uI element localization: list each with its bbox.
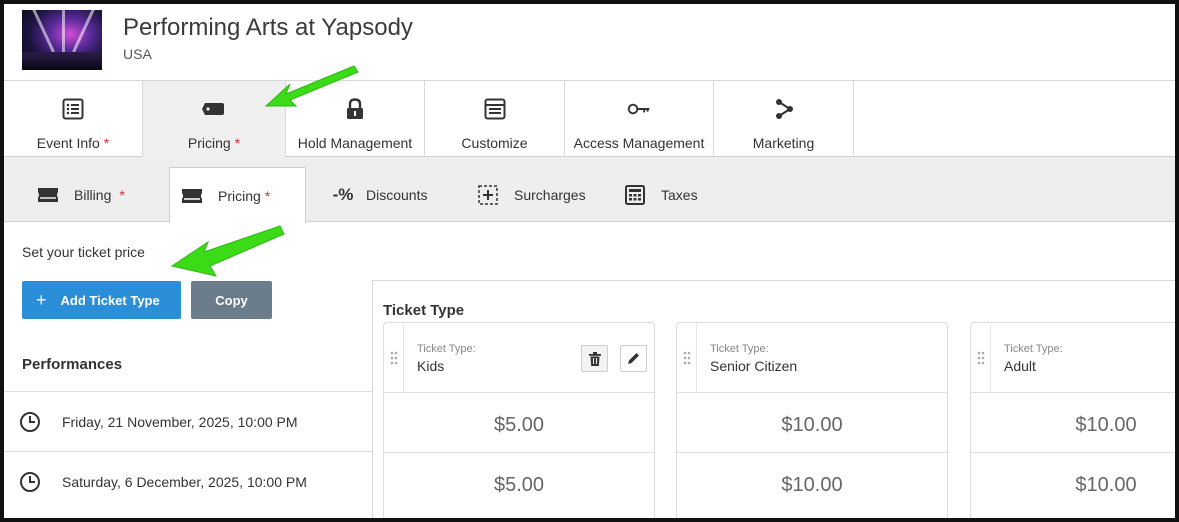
subtab-label: Taxes [661,186,698,203]
percent-icon: -% [332,184,354,204]
ticket-type-heading: Ticket Type [383,302,465,319]
ticket-type-name: Adult [1004,358,1036,374]
ticket-type-card: Ticket Type: Senior Citizen $10.00 $10.0… [676,322,948,518]
annotation-arrow-icon [170,225,285,277]
tag-icon [202,97,226,121]
ticket-type-name: Senior Citizen [710,358,798,374]
ticket-price[interactable]: $5.00 [384,414,654,437]
edit-button[interactable] [620,345,647,372]
plus-icon: + [36,289,47,310]
subtab-surcharges[interactable]: Surcharges [476,167,586,222]
tab-hold-management[interactable]: Hold Management [286,81,425,157]
ticket-icon [36,185,60,205]
ticket-price[interactable]: $10.00 [971,414,1175,437]
event-title: Performing Arts at Yapsody [123,14,413,41]
add-ticket-type-label: Add Ticket Type [60,292,160,308]
app-frame: Performing Arts at Yapsody USA Event Inf… [0,0,1179,522]
subtab-discounts[interactable]: -% Discounts [330,167,428,222]
ticket-type-label: Ticket Type: [710,343,769,355]
ticket-type-name: Kids [417,358,445,374]
clock-icon [20,471,40,492]
pricing-sub-tabs: Billing * Pricing * -% Discounts Surcharge… [4,157,1175,223]
event-thumbnail [22,10,102,70]
ticket-price[interactable]: $10.00 [971,474,1175,497]
subtab-label: Discounts [366,186,428,203]
required-mark: * [264,187,271,204]
tab-marketing[interactable]: Marketing [714,81,854,157]
set-price-instruction: Set your ticket price [22,244,145,260]
ticket-type-label: Ticket Type: [1004,343,1063,355]
drag-handle-icon[interactable] [677,323,697,393]
lock-icon [343,97,367,121]
add-ticket-type-button[interactable]: + Add Ticket Type [22,281,181,319]
tab-event-info[interactable]: Event Info * [4,81,143,157]
tab-label: Access Management [573,135,705,151]
tab-label: Event Info [36,135,100,151]
subtab-billing[interactable]: Billing * [36,167,125,222]
required-mark: * [119,186,125,203]
tab-label: Hold Management [297,135,413,151]
key-icon [627,97,651,121]
subtab-label: Surcharges [514,186,586,203]
list-icon [61,97,85,121]
drag-handle-icon[interactable] [384,323,404,393]
clock-icon [20,411,40,432]
pencil-icon [628,353,639,364]
tab-pricing[interactable]: Pricing * [143,81,286,157]
performance-date: Friday, 21 November, 2025, 10:00 PM [62,413,298,430]
ticket-icon [180,186,204,206]
drag-handle-icon[interactable] [971,323,991,393]
trash-icon [588,351,601,366]
tab-access-management[interactable]: Access Management [565,81,714,157]
required-mark: * [103,135,110,151]
required-mark: * [234,135,241,151]
subtab-label: Pricing [218,187,261,204]
subtab-taxes[interactable]: Taxes [623,167,698,222]
ticket-type-card: Ticket Type: Kids $5.00 $5.00 [383,322,655,518]
main-tabs: Event Info * Pricing * Hold Management Cus… [4,81,1175,157]
add-box-icon [476,184,500,205]
delete-button[interactable] [581,345,608,372]
tab-customize[interactable]: Customize [425,81,565,157]
performances-heading: Performances [22,356,123,373]
performance-date: Saturday, 6 December, 2025, 10:00 PM [62,473,307,490]
performance-row: Saturday, 6 December, 2025, 10:00 PM [4,451,372,511]
tab-label: Pricing [187,135,231,151]
event-location: USA [123,46,152,62]
tab-label: Customize [461,135,528,151]
ticket-type-label: Ticket Type: [417,343,476,355]
tab-label: Marketing [752,135,815,151]
ticket-price[interactable]: $5.00 [384,474,654,497]
copy-button[interactable]: Copy [191,281,272,319]
ticket-price[interactable]: $10.00 [677,474,947,497]
subtab-label: Billing [74,186,112,203]
performance-row: Friday, 21 November, 2025, 10:00 PM [4,391,372,451]
ticket-price[interactable]: $10.00 [677,414,947,437]
calculator-icon [623,184,647,205]
subtab-pricing[interactable]: Pricing * [169,167,306,223]
share-icon [772,97,796,121]
event-header: Performing Arts at Yapsody USA [4,4,1175,81]
ticket-type-card: Ticket Type: Adult $10.00 $10.00 [970,322,1175,518]
layout-icon [483,97,507,121]
